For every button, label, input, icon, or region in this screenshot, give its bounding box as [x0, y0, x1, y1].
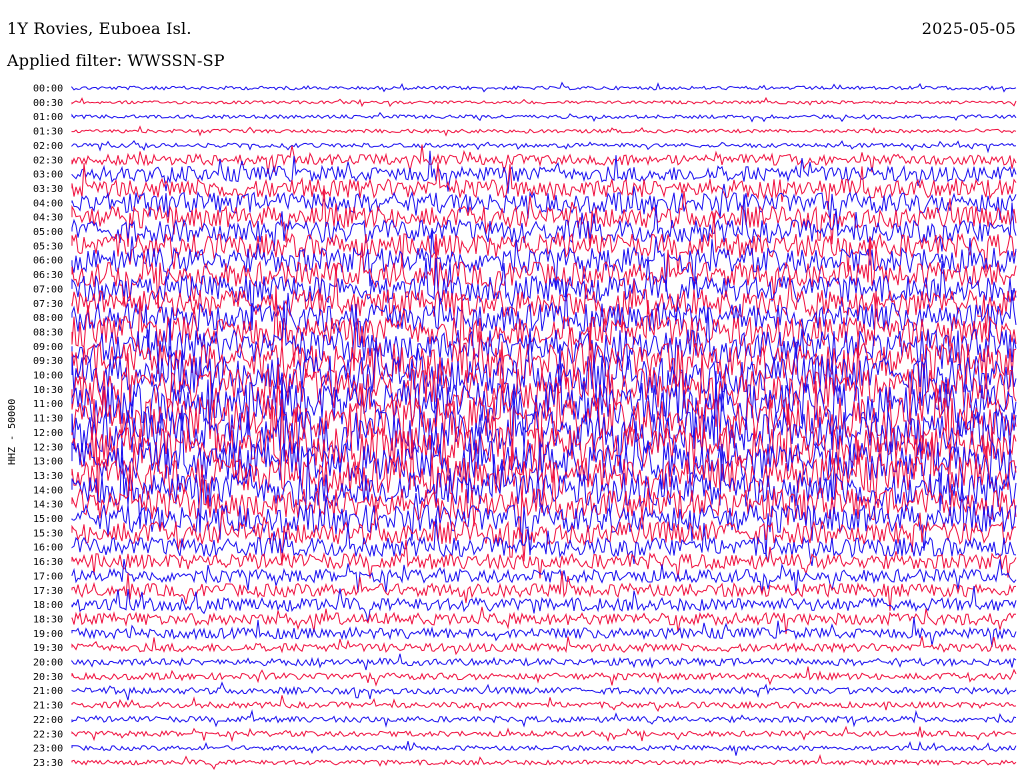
row-label: 16:00: [33, 543, 63, 554]
trace-layer: [71, 81, 1017, 770]
row-label: 11:00: [33, 399, 63, 410]
row-label: 13:00: [33, 457, 63, 468]
row-label: 05:00: [33, 227, 63, 238]
row-label: 00:30: [33, 98, 63, 109]
trace-row-2200: [71, 709, 1017, 728]
trace-row-2300: [71, 740, 1017, 756]
row-label: 20:00: [33, 658, 63, 669]
row-label: 08:30: [33, 327, 63, 338]
row-label: 10:30: [33, 385, 63, 396]
row-label: 11:30: [33, 414, 63, 425]
row-label: 06:30: [33, 270, 63, 281]
trace-row-0400: [71, 183, 1017, 230]
row-label: 07:30: [33, 299, 63, 310]
row-label: 14:30: [33, 500, 63, 511]
row-label: 04:30: [33, 213, 63, 224]
trace-row-2000: [71, 653, 1017, 671]
filter-label: Applied filter: WWSSN-SP: [7, 51, 225, 70]
row-label: 12:00: [33, 428, 63, 439]
trace-row-0530: [71, 212, 1017, 273]
trace-row-0000: [71, 81, 1017, 93]
row-label: 18:30: [33, 614, 63, 625]
row-label: 08:00: [33, 313, 63, 324]
row-label: 19:00: [33, 629, 63, 640]
row-label: 17:30: [33, 586, 63, 597]
row-label: 04:00: [33, 198, 63, 209]
helicorder-plot: 00:00 00:30 01:00 01:30 02:00 02:30 03:00 03:30…: [7, 81, 1017, 770]
row-label: 00:00: [33, 84, 63, 95]
row-label: 09:30: [33, 356, 63, 367]
row-label: 07:00: [33, 284, 63, 295]
row-label: 10:00: [33, 371, 63, 382]
row-label: 20:30: [33, 672, 63, 683]
row-label: 06:00: [33, 256, 63, 267]
row-label: 22:30: [33, 729, 63, 740]
trace-row-1930: [71, 636, 1017, 656]
trace-row-0030: [71, 96, 1017, 108]
trace-row-1830: [71, 606, 1017, 635]
station-title: 1Y Rovies, Euboea Isl.: [7, 19, 192, 38]
trace-row-2330: [71, 754, 1017, 770]
row-label: 18:00: [33, 600, 63, 611]
row-label: 19:30: [33, 643, 63, 654]
row-label: 23:30: [33, 758, 63, 769]
trace-row-2130: [71, 695, 1017, 712]
row-label: 15:30: [33, 528, 63, 539]
row-label: 16:30: [33, 557, 63, 568]
trace-row-0100: [71, 111, 1017, 123]
row-label: 15:00: [33, 514, 63, 525]
row-label: 14:00: [33, 485, 63, 496]
row-label: 01:30: [33, 127, 63, 138]
row-label: 21:00: [33, 686, 63, 697]
trace-row-1900: [71, 617, 1017, 647]
row-label-layer: 00:00 00:30 01:00 01:30 02:00 02:30 03:00 03:30…: [33, 84, 63, 769]
row-label: 13:30: [33, 471, 63, 482]
date-label: 2025-05-05: [921, 19, 1016, 38]
row-label: 23:00: [33, 744, 63, 755]
row-label: 01:00: [33, 112, 63, 123]
row-label: 02:00: [33, 141, 63, 152]
row-label: 09:00: [33, 342, 63, 353]
trace-row-2230: [71, 725, 1017, 743]
row-label: 21:30: [33, 701, 63, 712]
row-label: 02:30: [33, 155, 63, 166]
trace-row-2100: [71, 681, 1017, 701]
row-label: 22:00: [33, 715, 63, 726]
row-label: 03:00: [33, 170, 63, 181]
row-label: 03:30: [33, 184, 63, 195]
trace-row-0130: [71, 125, 1017, 137]
trace-row-0200: [71, 140, 1017, 154]
row-label: 17:00: [33, 571, 63, 582]
y-axis-label: HHZ - 50000: [7, 399, 18, 465]
trace-row-0230: [71, 144, 1017, 174]
row-label: 05:30: [33, 241, 63, 252]
row-label: 12:30: [33, 442, 63, 453]
trace-row-2030: [71, 666, 1017, 687]
